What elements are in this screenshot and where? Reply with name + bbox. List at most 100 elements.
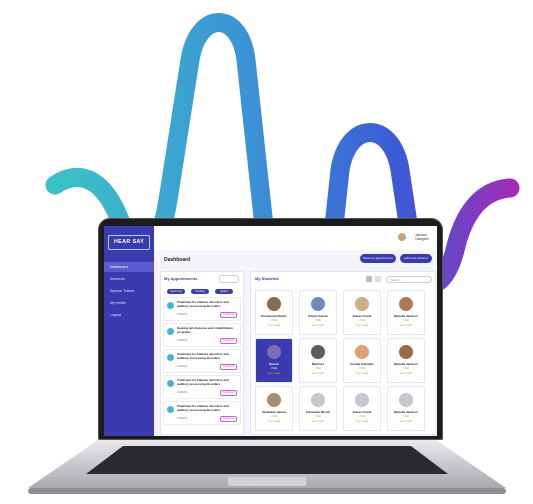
page-title: Dashboard [164, 257, 191, 263]
appointment-text: Hearing aid dispense and rehabilitation … [177, 326, 234, 334]
students-title: My Students [255, 276, 279, 281]
student-subtitle: Child [403, 367, 409, 370]
student-search-input[interactable]: Search [386, 276, 432, 283]
student-card[interactable]: Melinda Jackson Child View details [387, 338, 425, 383]
view-details-link[interactable]: View details [300, 324, 336, 327]
student-avatar [399, 297, 413, 311]
sidebar-item-dashboard[interactable]: Dashboard [104, 262, 154, 272]
student-card[interactable]: Abubakar Hamza Child View details [255, 386, 293, 431]
student-name: Melinda Jackson [393, 362, 418, 366]
view-details-link[interactable]: View details [256, 420, 292, 423]
view-details-link[interactable]: View details [344, 420, 380, 423]
laptop-screen: HEAR SAY Dashboard Sessions Speech Train… [104, 226, 437, 436]
tab-pending[interactable]: Pending [191, 289, 209, 294]
student-subtitle: Child [359, 367, 365, 370]
appointments-filter[interactable] [219, 275, 239, 283]
student-subtitle: Child [403, 415, 409, 418]
student-card[interactable]: Steven Frank Child View details [343, 386, 381, 431]
sidebar-item-my-profile[interactable]: My profile [104, 298, 154, 308]
student-avatar [399, 393, 413, 407]
student-avatar [399, 345, 413, 359]
student-avatar [311, 297, 325, 311]
appointment-icon [167, 328, 174, 335]
student-avatar [267, 393, 281, 407]
appointment-date: 01/05/23 [177, 339, 188, 342]
student-name: Martinez [311, 362, 325, 366]
appointment-item[interactable]: Hearing aid dispense and rehabilitation … [163, 323, 241, 347]
status-badge: Confirmed [219, 390, 237, 396]
view-details-link[interactable]: View details [344, 324, 380, 327]
appointment-text: Treatment for balance disorders and audi… [177, 404, 229, 412]
tab-history[interactable]: History [215, 289, 233, 294]
view-details-link[interactable]: View details [300, 372, 336, 375]
student-name: Steven [269, 362, 279, 366]
sidebar-item-sessions[interactable]: Sessions [104, 274, 154, 284]
status-badge: Confirmed [219, 312, 237, 318]
student-avatar [267, 297, 281, 311]
status-badge: Confirmed [219, 364, 237, 370]
student-subtitle: Child [359, 319, 365, 322]
view-details-link[interactable]: View details [388, 324, 424, 327]
brand-logo: HEAR SAY [108, 235, 150, 250]
student-subtitle: Child [315, 319, 321, 322]
student-avatar [355, 297, 369, 311]
appointment-date: 01/05/23 [177, 391, 188, 394]
appointment-item[interactable]: Treatment for balance disorders and audi… [163, 401, 241, 425]
student-name: Emmanuel Okafor [261, 314, 287, 318]
student-card[interactable]: Amelia Gabrielle Child View details [343, 338, 381, 383]
appointment-date: 01/05/23 [177, 313, 188, 316]
student-subtitle: Child [271, 415, 277, 418]
student-name: Steven Frank [352, 410, 372, 414]
student-card[interactable]: Melinda Jackson Child View details [387, 386, 425, 431]
student-subtitle: Child [403, 319, 409, 322]
student-name: Daniel Garcia [308, 314, 328, 318]
student-card[interactable]: Melinda Jackson Child View details [387, 290, 425, 335]
view-details-link[interactable]: View details [388, 372, 424, 375]
student-card[interactable]: Steven Frank Child View details [343, 290, 381, 335]
appointment-icon [167, 354, 174, 361]
student-name: Amelia Gabrielle [350, 362, 374, 366]
view-details-link[interactable]: View details [344, 372, 380, 375]
student-avatar [355, 345, 369, 359]
student-name: Melinda Jackson [393, 314, 418, 318]
status-badge: Confirmed [219, 416, 237, 422]
book-appointment-button[interactable]: Book an appointment [360, 254, 396, 263]
appointment-text: Treatment for balance disorders and audi… [177, 300, 229, 308]
student-subtitle: Child [315, 415, 321, 418]
list-view-icon[interactable] [375, 276, 381, 282]
add-account-button[interactable]: Add new account [400, 254, 432, 263]
view-details-link[interactable]: View details [256, 324, 292, 327]
sidebar-item-logout[interactable]: Logout [104, 310, 154, 320]
top-bar: Jackson Caregiver [154, 226, 437, 250]
student-card[interactable]: Daniel Garcia Child View details [299, 290, 337, 335]
student-subtitle: Child [359, 415, 365, 418]
grid-view-icon[interactable] [366, 276, 372, 282]
appointment-icon [167, 380, 174, 387]
view-details-link[interactable]: View details [300, 420, 336, 423]
sidebar-item-speech-trainer[interactable]: Speech Trainer [104, 286, 154, 296]
student-subtitle: Child [315, 367, 321, 370]
student-name: Melinda Jackson [393, 410, 418, 414]
student-avatar [311, 393, 325, 407]
appointment-item[interactable]: Treatment for balance disorders and audi… [163, 349, 241, 373]
appointment-item[interactable]: Treatment for balance disorders and audi… [163, 375, 241, 399]
student-name: Abubakar Hamza [261, 410, 287, 414]
appointment-item[interactable]: Treatment for balance disorders and audi… [163, 297, 241, 321]
student-name: Steven Frank [352, 314, 372, 318]
student-subtitle: Child [271, 367, 277, 370]
student-avatar [267, 345, 281, 359]
tab-upcoming[interactable]: Upcoming [167, 289, 185, 294]
student-card[interactable]: Emmanuel Okafor Child View details [255, 290, 293, 335]
appointment-date: 01/05/23 [177, 365, 188, 368]
appointment-icon [167, 406, 174, 413]
student-card[interactable]: Steven Child View details [255, 338, 293, 383]
user-info[interactable]: Jackson Caregiver [415, 233, 429, 241]
appointment-text: Treatment for balance disorders and audi… [177, 378, 229, 386]
student-card[interactable]: Martinez Child View details [299, 338, 337, 383]
student-card[interactable]: Alexander Bloom Child View details [299, 386, 337, 431]
view-details-link[interactable]: View details [256, 372, 292, 375]
user-avatar[interactable] [398, 233, 406, 241]
appointments-title: My Appointments [164, 276, 198, 281]
view-details-link[interactable]: View details [388, 420, 424, 423]
laptop-base [28, 440, 506, 494]
